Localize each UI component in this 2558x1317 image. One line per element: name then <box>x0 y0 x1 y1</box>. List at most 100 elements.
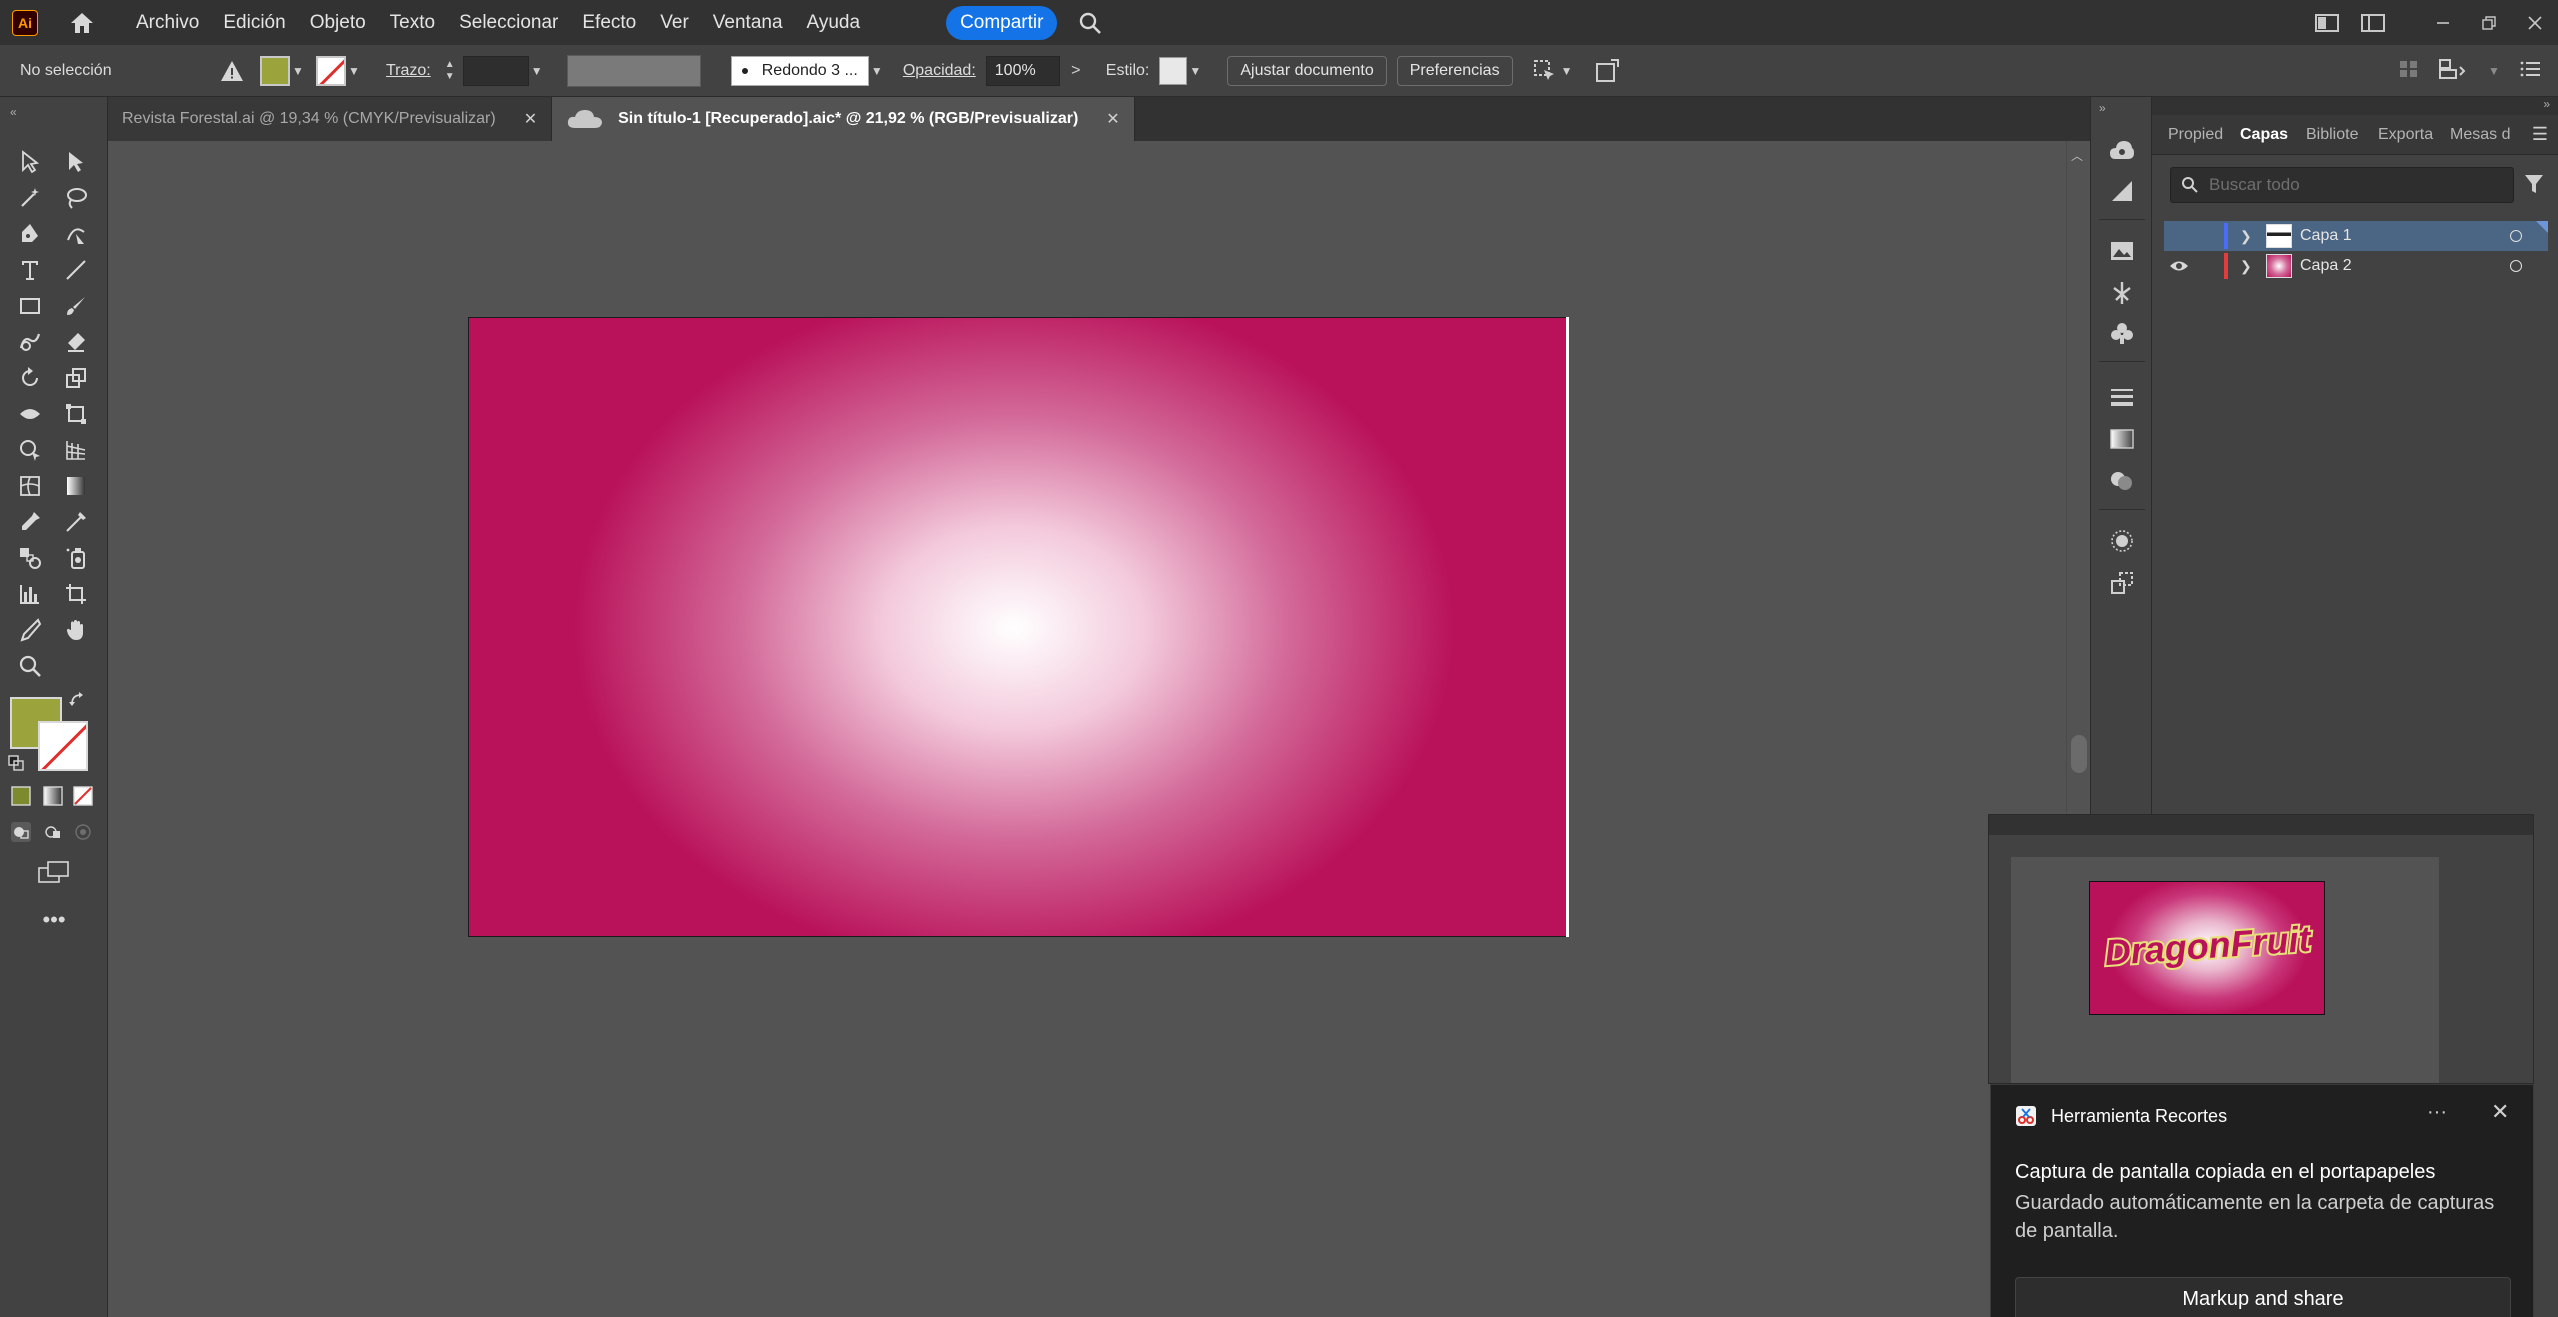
menu-archivo[interactable]: Archivo <box>136 12 199 34</box>
rotate-tool-icon[interactable] <box>12 361 48 395</box>
appearance-icon[interactable] <box>2106 525 2138 557</box>
brush-definition-dropdown[interactable]: Redondo 3 ... <box>730 55 869 86</box>
type-tool-icon[interactable] <box>12 253 48 287</box>
eyedropper-tool-icon[interactable] <box>12 505 48 539</box>
free-transform-tool-icon[interactable] <box>58 397 94 431</box>
scale-tool-icon[interactable] <box>58 361 94 395</box>
transform-icon[interactable] <box>2438 58 2468 85</box>
libraries-icon[interactable] <box>2106 133 2138 165</box>
mesh-tool-icon[interactable] <box>12 469 48 503</box>
transform-panel-icon[interactable] <box>2106 567 2138 599</box>
perspective-grid-tool-icon[interactable] <box>58 433 94 467</box>
tab-artboards[interactable]: Mesas d <box>2442 126 2518 144</box>
restore-icon[interactable] <box>2466 0 2512 45</box>
curvature-tool-icon[interactable] <box>58 217 94 251</box>
draw-inside-icon[interactable] <box>68 817 98 847</box>
stroke-weight-input[interactable] <box>462 55 529 86</box>
direct-selection-tool-icon[interactable] <box>58 145 94 179</box>
expand-chevron-icon[interactable]: ❯ <box>2240 228 2256 245</box>
opacity-input[interactable]: 100% <box>985 55 1060 86</box>
opacity-label[interactable]: Opacidad: <box>903 62 976 80</box>
fill-swatch[interactable] <box>260 55 290 86</box>
gradient-tool-icon[interactable] <box>58 469 94 503</box>
share-button[interactable]: Compartir <box>946 5 1058 40</box>
symbol-sprayer-tool-icon[interactable] <box>58 541 94 575</box>
more-options-icon[interactable]: ··· <box>2427 1101 2447 1124</box>
canvas-area[interactable] <box>108 141 2090 1317</box>
graphic-style-swatch[interactable] <box>1159 56 1188 85</box>
scroll-up-icon[interactable]: ︿ <box>2071 147 2083 164</box>
close-window-icon[interactable] <box>2512 0 2558 45</box>
collapse-strip-icon[interactable]: » <box>2099 101 2106 115</box>
hand-tool-icon[interactable] <box>58 613 94 647</box>
menu-efecto[interactable]: Efecto <box>582 12 636 34</box>
markup-and-share-button[interactable]: Markup and share <box>2015 1277 2511 1317</box>
lasso-tool-icon[interactable] <box>58 181 94 215</box>
stroke-label[interactable]: Trazo: <box>386 62 431 80</box>
close-tab-icon[interactable]: ✕ <box>1106 109 1119 129</box>
snip-preview-thumbnail[interactable]: DragonFruit <box>1988 814 2534 1084</box>
minimize-icon[interactable] <box>2420 0 2466 45</box>
edit-toolbar-icon[interactable]: ••• <box>34 905 74 935</box>
tab-export[interactable]: Exporta <box>2370 126 2442 144</box>
column-graph-tool-icon[interactable] <box>12 577 48 611</box>
scroll-thumb[interactable] <box>2071 735 2087 773</box>
variable-width-profile[interactable] <box>566 54 701 87</box>
color-mode-icon[interactable] <box>6 781 36 811</box>
layer-row-capa-1[interactable]: ❯ Capa 1 <box>2164 221 2548 251</box>
warning-icon[interactable] <box>220 59 244 83</box>
line-segment-tool-icon[interactable] <box>58 253 94 287</box>
symbols-icon[interactable] <box>2106 317 2138 349</box>
gradient-panel-icon[interactable] <box>2106 423 2138 455</box>
rectangle-tool-icon[interactable] <box>12 289 48 323</box>
select-similar-dropdown-icon[interactable]: ▼ <box>1559 64 1575 78</box>
stroke-swatch[interactable] <box>316 55 346 86</box>
menu-texto[interactable]: Texto <box>390 12 435 34</box>
paintbrush-tool-icon[interactable] <box>58 289 94 323</box>
stroke-color-box[interactable] <box>38 721 88 771</box>
tab-revista-forestal[interactable]: Revista Forestal.ai @ 19,34 % (CMYK/Prev… <box>108 97 553 141</box>
stroke-panel-icon[interactable] <box>2106 381 2138 413</box>
menu-ver[interactable]: Ver <box>660 12 689 34</box>
tab-properties[interactable]: Propied <box>2160 126 2232 144</box>
swap-fill-stroke-icon[interactable] <box>66 689 90 713</box>
menu-seleccionar[interactable]: Seleccionar <box>459 12 558 34</box>
default-fill-stroke-icon[interactable] <box>4 751 28 775</box>
fill-dropdown-icon[interactable]: ▼ <box>290 64 306 78</box>
eraser-tool-icon[interactable] <box>58 325 94 359</box>
recolor-artwork-icon[interactable] <box>1593 57 1621 85</box>
search-icon[interactable] <box>1075 8 1105 38</box>
stroke-dropdown-icon[interactable]: ▼ <box>346 64 362 78</box>
zoom-tool-icon[interactable] <box>12 649 48 683</box>
artboard-tool-icon[interactable] <box>58 577 94 611</box>
home-icon[interactable] <box>66 7 98 39</box>
expand-chevron-icon[interactable]: ❯ <box>2240 258 2256 275</box>
blend-tool-icon[interactable] <box>12 541 48 575</box>
preferences-button[interactable]: Preferencias <box>1396 55 1513 86</box>
tab-sin-titulo[interactable]: Sin título-1 [Recuperado].aic* @ 21,92 %… <box>552 97 1135 141</box>
tab-libraries[interactable]: Bibliote <box>2298 126 2370 144</box>
collapse-toolbar-icon[interactable]: « <box>10 105 26 119</box>
layer-name[interactable]: Capa 1 <box>2300 227 2352 245</box>
panel-menu-icon[interactable]: ☰ <box>2532 124 2548 145</box>
panel-options-icon[interactable] <box>2520 60 2542 83</box>
close-notification-icon[interactable]: ✕ <box>2491 1099 2509 1125</box>
measure-tool-icon[interactable] <box>58 505 94 539</box>
snipping-tool-notification[interactable]: Herramienta Recortes ··· ✕ Captura de pa… <box>1990 1084 2534 1317</box>
puppet-warp-icon[interactable] <box>2106 277 2138 309</box>
fit-document-button[interactable]: Ajustar documento <box>1227 55 1387 86</box>
menu-edicion[interactable]: Edición <box>223 12 285 34</box>
layer-target-icon[interactable] <box>2510 260 2522 272</box>
shape-builder-tool-icon[interactable] <box>12 433 48 467</box>
image-trace-icon[interactable] <box>2106 235 2138 267</box>
screen-mode-icon[interactable] <box>34 857 74 887</box>
tab-layers[interactable]: Capas <box>2232 126 2298 144</box>
gradient-mode-icon[interactable] <box>38 781 68 811</box>
transparency-icon[interactable] <box>2106 465 2138 497</box>
pen-tool-icon[interactable] <box>12 217 48 251</box>
magic-wand-tool-icon[interactable] <box>12 181 48 215</box>
menu-ventana[interactable]: Ventana <box>713 12 783 34</box>
align-icon[interactable] <box>2398 59 2420 84</box>
select-similar-icon[interactable] <box>1531 57 1559 85</box>
artboard-radial-gradient[interactable] <box>468 317 1568 937</box>
